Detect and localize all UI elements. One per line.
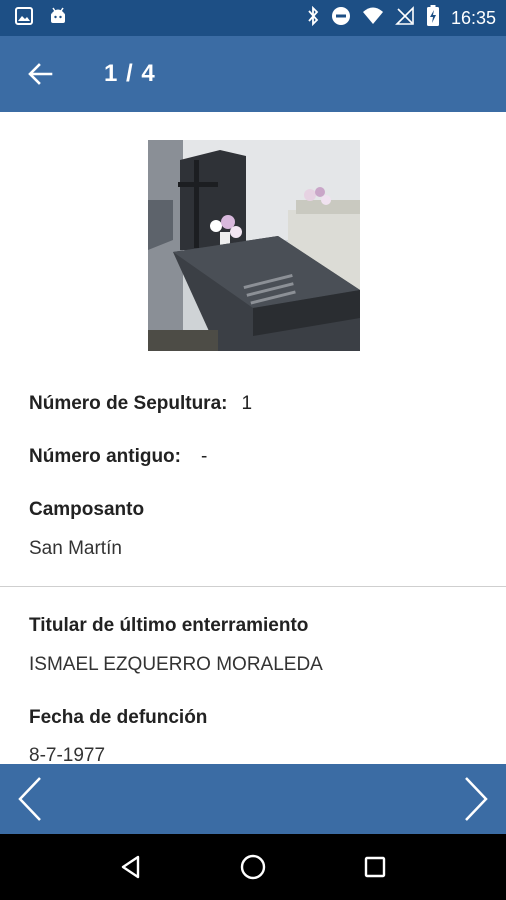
system-nav-bar bbox=[0, 834, 506, 900]
battery-charging-icon bbox=[426, 4, 440, 32]
titular-value: ISMAEL EZQUERRO MORALEDA bbox=[29, 654, 323, 675]
app-bar: 1 / 4 bbox=[0, 36, 506, 112]
titular-label: Titular de último enterramiento bbox=[29, 615, 309, 636]
numero-sepultura-value: 1 bbox=[241, 393, 253, 414]
image-icon bbox=[14, 6, 34, 31]
bluetooth-icon bbox=[306, 5, 320, 31]
nav-back-button[interactable] bbox=[111, 847, 151, 887]
numero-antiguo-label: Número antiguo: bbox=[29, 446, 181, 467]
page-counter-title: 1 / 4 bbox=[104, 60, 156, 87]
pager-bar bbox=[0, 764, 506, 834]
fecha-defuncion-label: Fecha de defunción bbox=[29, 707, 208, 728]
numero-sepultura-label: Número de Sepultura: bbox=[29, 393, 228, 414]
nav-recents-button[interactable] bbox=[355, 847, 395, 887]
status-bar: 16:35 bbox=[0, 0, 506, 36]
triangle-back-icon bbox=[121, 855, 140, 879]
no-sim-icon bbox=[395, 5, 415, 31]
section-divider bbox=[0, 586, 506, 587]
status-left-icons bbox=[14, 6, 68, 31]
previous-button[interactable] bbox=[10, 774, 50, 824]
status-time: 16:35 bbox=[450, 7, 496, 28]
chevron-right-icon bbox=[465, 777, 488, 821]
android-icon bbox=[48, 6, 68, 31]
status-right-icons: 16:35 bbox=[306, 4, 496, 32]
wifi-icon bbox=[362, 6, 384, 31]
nav-home-button[interactable] bbox=[233, 847, 273, 887]
circle-home-icon bbox=[240, 854, 266, 880]
fecha-defuncion-value: 8-7-1977 bbox=[29, 745, 106, 764]
arrow-left-icon bbox=[28, 63, 53, 85]
numero-antiguo-row: Número antiguo: - bbox=[29, 446, 207, 468]
numero-sepultura-row: Número de Sepultura: 1 bbox=[29, 393, 252, 415]
next-button[interactable] bbox=[456, 774, 496, 824]
chevron-left-icon bbox=[18, 777, 41, 821]
camposanto-label: Camposanto bbox=[29, 499, 145, 520]
grave-detail-content[interactable]: Número de Sepultura: 1 Número antiguo: - C… bbox=[0, 112, 506, 764]
do-not-disturb-icon bbox=[331, 6, 351, 31]
back-button[interactable] bbox=[20, 54, 60, 94]
camposanto-value: San Martín bbox=[29, 538, 122, 559]
grave-photo[interactable] bbox=[148, 140, 360, 351]
numero-antiguo-value: - bbox=[201, 446, 208, 467]
square-recents-icon bbox=[364, 856, 386, 878]
